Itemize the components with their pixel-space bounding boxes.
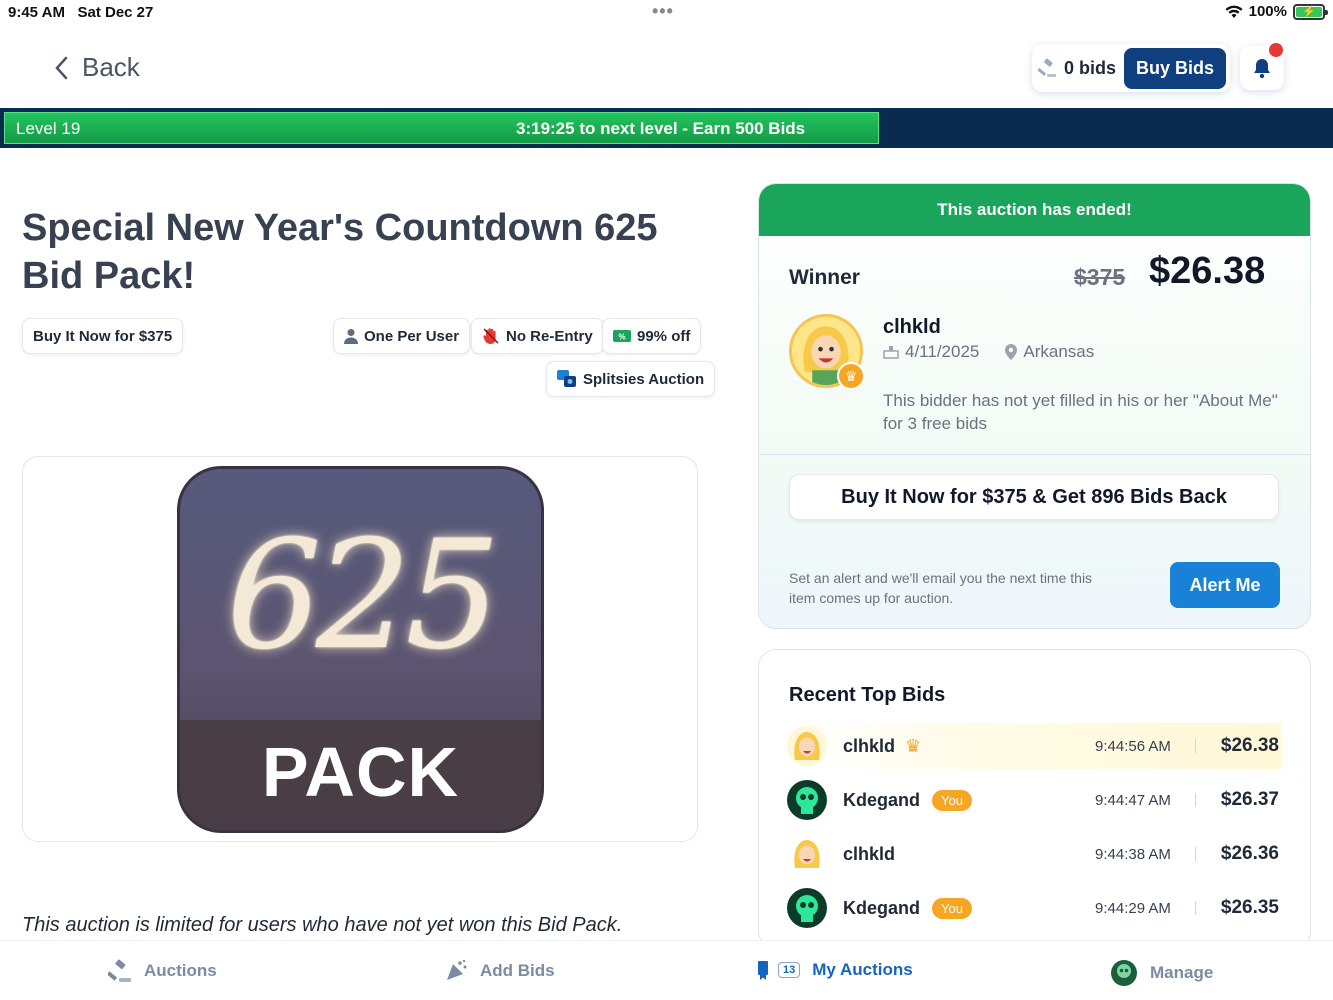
bidder-name[interactable]: Kdegand bbox=[843, 790, 920, 811]
back-label: Back bbox=[82, 52, 140, 82]
crown-icon: ♛ bbox=[837, 362, 865, 390]
level-label: Level 19 bbox=[16, 119, 81, 138]
bid-amount: $26.37 bbox=[1220, 789, 1279, 810]
bidder-avatar bbox=[787, 726, 827, 766]
bid-time: 9:44:56 AM bbox=[1095, 737, 1171, 755]
retail-price: $375 bbox=[1074, 264, 1126, 290]
discount-chip: % 99% off bbox=[602, 318, 702, 354]
limit-note: This auction is limited for users who ha… bbox=[22, 914, 623, 936]
alert-description: Set an alert and we'll email you the nex… bbox=[789, 570, 1093, 606]
winner-meta: 4/11/2025 Arkansas bbox=[883, 342, 1094, 362]
status-bar: 9:45 AM Sat Dec 27 ••• 100% ⚡ bbox=[0, 0, 1333, 26]
tab-my-auctions[interactable]: 13 My Auctions bbox=[756, 959, 913, 981]
recent-bids-card: Recent Top Bids clhkld ♛ 9:44:56 AM $26.… bbox=[758, 649, 1311, 949]
bid-time: 9:44:47 AM bbox=[1095, 791, 1171, 809]
ended-banner: This auction has ended! bbox=[759, 184, 1310, 236]
splitsies-icon bbox=[557, 370, 576, 387]
bid-time: 9:44:29 AM bbox=[1095, 899, 1171, 917]
bid-amount: $26.35 bbox=[1220, 897, 1279, 918]
recent-bids-title: Recent Top Bids bbox=[789, 684, 946, 706]
bidder-avatar bbox=[787, 780, 827, 820]
chevron-left-icon bbox=[55, 56, 68, 79]
ticket-icon: % bbox=[613, 330, 631, 342]
bid-row: clhkld 9:44:38 AM $26.36 bbox=[787, 831, 1281, 877]
bidder-name[interactable]: clhkld bbox=[843, 844, 895, 865]
splitsies-chip: Splitsies Auction bbox=[546, 361, 716, 397]
bidder-name[interactable]: Kdegand bbox=[843, 898, 920, 919]
notifications-button[interactable] bbox=[1240, 40, 1286, 90]
bid-time: 9:44:38 AM bbox=[1095, 845, 1171, 863]
win-date: 4/11/2025 bbox=[905, 342, 980, 361]
buy-it-now-chip[interactable]: Buy It Now for $375 bbox=[22, 318, 184, 354]
level-next-text: 3:19:25 to next level - Earn 500 Bids bbox=[516, 119, 806, 138]
tab-manage[interactable]: Manage bbox=[1110, 959, 1213, 987]
notification-badge bbox=[1266, 40, 1286, 60]
crown-icon: ♛ bbox=[905, 735, 922, 756]
add-bids-icon bbox=[447, 959, 467, 980]
alert-me-button[interactable]: Alert Me bbox=[1170, 562, 1280, 608]
bid-row: Kdegand You 9:44:29 AM $26.35 bbox=[787, 885, 1281, 931]
status-right: 100% ⚡ bbox=[1225, 3, 1328, 20]
tab-add-bids[interactable]: Add Bids bbox=[444, 959, 555, 983]
auction-result-card: This auction has ended! Winner $375 $26.… bbox=[758, 183, 1311, 629]
bottom-tab-bar: Auctions Add Bids 13 My Auctions Manage bbox=[0, 940, 1333, 1000]
you-badge: You bbox=[932, 897, 972, 919]
svg-text:%: % bbox=[618, 333, 625, 342]
multitask-dots-icon[interactable]: ••• bbox=[652, 1, 674, 22]
gavel-icon bbox=[108, 959, 131, 982]
bid-amount: $26.38 bbox=[1220, 735, 1279, 756]
bidder-avatar bbox=[787, 888, 827, 928]
bids-balance: 0 bids bbox=[1038, 58, 1116, 79]
my-auctions-icon bbox=[758, 961, 768, 980]
bell-icon bbox=[1254, 59, 1270, 79]
buy-it-now-button[interactable]: Buy It Now for $375 & Get 896 Bids Back bbox=[789, 474, 1279, 520]
product-image: 625 PACK bbox=[177, 466, 544, 833]
manage-icon bbox=[1111, 960, 1137, 986]
winner-name[interactable]: clhkld bbox=[883, 316, 941, 339]
pack-number: 625 bbox=[226, 509, 500, 683]
pack-word: PACK bbox=[261, 733, 460, 811]
bid-row: Kdegand You 9:44:47 AM $26.37 bbox=[787, 777, 1281, 823]
my-auctions-count: 13 bbox=[778, 962, 801, 978]
bid-row: clhkld ♛ 9:44:56 AM $26.38 bbox=[787, 723, 1281, 769]
bidder-avatar bbox=[787, 834, 827, 874]
back-button[interactable]: Back bbox=[52, 52, 140, 83]
battery-percent: 100% bbox=[1248, 3, 1287, 20]
final-price: $26.38 bbox=[1149, 250, 1266, 292]
winner-label: Winner bbox=[789, 266, 860, 289]
gavel-icon bbox=[1038, 58, 1056, 77]
bidder-name[interactable]: clhkld bbox=[843, 736, 895, 757]
one-per-user-chip: One Per User bbox=[333, 318, 471, 354]
person-icon bbox=[344, 329, 358, 344]
status-time: 9:45 AM Sat Dec 27 bbox=[8, 4, 154, 21]
location-pin-icon bbox=[1005, 344, 1018, 360]
buy-bids-button[interactable]: Buy Bids bbox=[1124, 47, 1227, 89]
hand-stop-icon bbox=[483, 328, 499, 344]
wifi-icon bbox=[1225, 5, 1243, 18]
calendar-icon bbox=[883, 346, 899, 359]
winner-location: Arkansas bbox=[1023, 342, 1095, 361]
bids-widget: 0 bids Buy Bids bbox=[1032, 44, 1231, 92]
battery-icon: ⚡ bbox=[1293, 3, 1328, 20]
bid-amount: $26.36 bbox=[1220, 843, 1279, 864]
you-badge: You bbox=[932, 789, 972, 811]
winner-about: This bidder has not yet filled in his or… bbox=[883, 391, 1278, 433]
no-reentry-chip: No Re-Entry bbox=[471, 318, 604, 354]
auction-title: Special New Year's Countdown 625 Bid Pac… bbox=[22, 207, 658, 297]
tab-auctions[interactable]: Auctions bbox=[108, 959, 217, 983]
